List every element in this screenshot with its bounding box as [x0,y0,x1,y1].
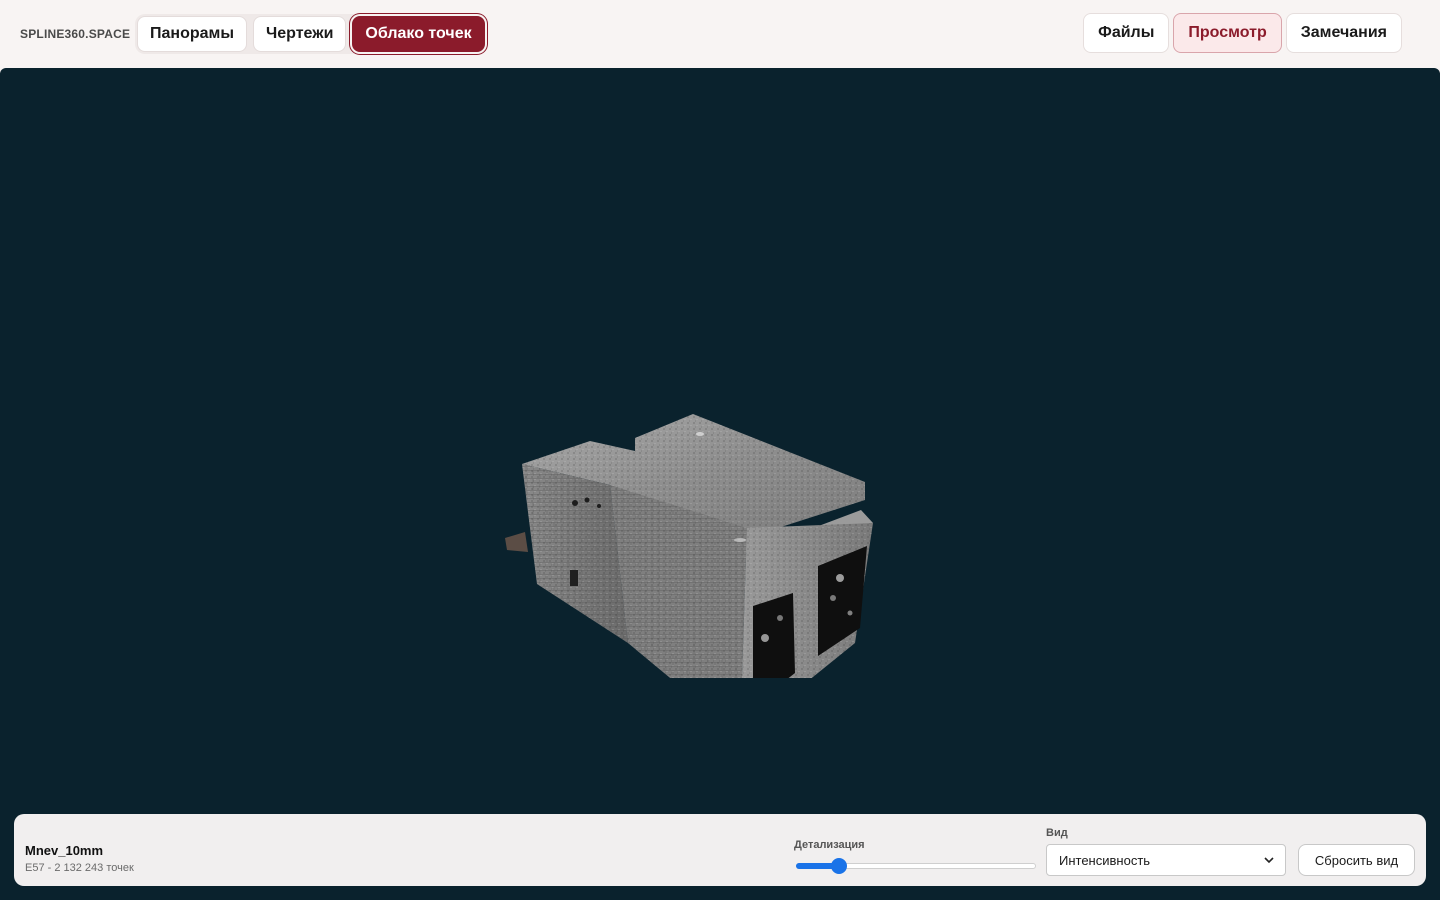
point-cloud-viewport[interactable] [0,68,1440,900]
detail-slider[interactable] [796,858,1036,874]
file-name: Mnev_10mm [25,843,104,858]
preview-button[interactable]: Просмотр [1173,13,1282,53]
remarks-button[interactable]: Замечания [1285,13,1402,53]
chevron-down-icon [1264,857,1274,864]
bottom-panel: Mnev_10mm E57 - 2 132 243 точек Детализа… [14,814,1426,886]
view-mode-select[interactable]: Интенсивность [1046,844,1286,876]
view-mode-label: Вид [1046,827,1068,839]
tab-drawings[interactable]: Чертежи [253,16,347,52]
mode-tabs: Панорамы Чертежи Облако точек [135,14,487,54]
ground-fragment [505,532,528,552]
opening-left [753,593,795,678]
detail-label: Детализация [794,839,865,851]
point-cloud-model[interactable] [495,338,895,678]
wall-opening-small [570,570,578,586]
tab-point-cloud[interactable]: Облако точек [352,16,485,52]
file-meta: E57 - 2 132 243 точек [25,862,134,874]
top-bar: SPLINE360.SPACE Панорамы Чертежи Облако … [0,0,1440,68]
brand-logo: SPLINE360.SPACE [20,27,131,41]
view-actions: Файлы Просмотр Замечания [1083,13,1402,53]
slider-thumb[interactable] [831,858,848,874]
files-button[interactable]: Файлы [1083,13,1170,53]
view-mode-value: Интенсивность [1059,852,1151,868]
reset-view-button[interactable]: Сбросить вид [1298,844,1415,876]
tab-panoramas[interactable]: Панорамы [137,16,248,52]
